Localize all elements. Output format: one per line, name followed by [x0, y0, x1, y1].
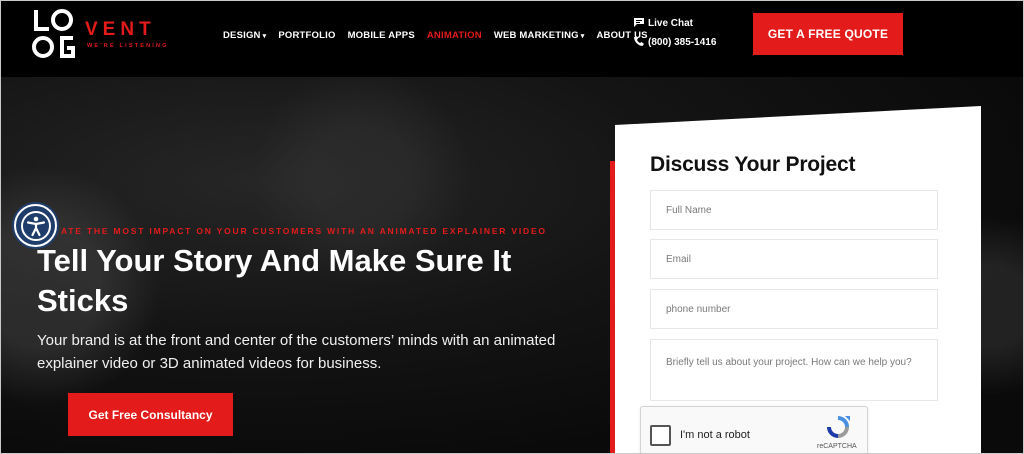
recaptcha-logo-icon: [827, 416, 850, 438]
recaptcha-label: I'm not a robot: [680, 429, 750, 441]
phone-icon: [634, 36, 648, 48]
page: VENT WE'RE LISTENING DESIGN ▾ PORTFOLIO M…: [0, 0, 1024, 454]
recaptcha-brand: reCAPTCHA: [817, 443, 857, 450]
nav-label: WEB MARKETING: [493, 30, 579, 41]
main-nav: DESIGN ▾ PORTFOLIO MOBILE APPS ANIMATION …: [223, 30, 660, 41]
hero-subtext: Your brand is at the front and center of…: [37, 332, 556, 372]
site-header: VENT WE'RE LISTENING DESIGN ▾ PORTFOLIO M…: [1, 1, 1023, 77]
accessibility-icon: [20, 210, 51, 241]
phone-number: (800) 385-1416: [648, 36, 717, 48]
logo-tagline: WE'RE LISTENING: [87, 43, 169, 49]
chat-icon: [634, 17, 648, 29]
nav-item-portfolio[interactable]: PORTFOLIO: [278, 30, 335, 41]
recaptcha-widget: I'm not a robot reCAPTCHA: [640, 406, 868, 453]
nav-item-web-marketing[interactable]: WEB MARKETING ▾: [494, 30, 585, 41]
phone-input[interactable]: [650, 289, 938, 329]
get-free-quote-button[interactable]: GET A FREE QUOTE: [753, 13, 903, 55]
logo[interactable]: VENT WE'RE LISTENING: [31, 7, 191, 63]
full-name-input[interactable]: [650, 190, 938, 230]
nav-item-design[interactable]: DESIGN ▾: [223, 30, 266, 41]
logo-wordmark: VENT: [85, 19, 156, 40]
email-input[interactable]: [650, 239, 938, 279]
nav-item-animation[interactable]: ANIMATION: [427, 30, 482, 41]
hero-kicker: ATE THE MOST IMPACT ON YOUR CUSTOMERS WI…: [61, 226, 547, 236]
nav-item-mobile-apps[interactable]: MOBILE APPS: [348, 30, 415, 41]
chevron-down-icon: ▾: [580, 33, 585, 40]
contact-info: Live Chat (800) 385-1416: [634, 14, 716, 52]
project-form: Discuss Your Project I'm not a robot reC…: [615, 106, 981, 453]
form-title: Discuss Your Project: [650, 153, 856, 176]
accessibility-button[interactable]: [14, 204, 57, 247]
logo-mark-icon: [32, 9, 75, 58]
phone-link[interactable]: (800) 385-1416: [634, 33, 716, 51]
message-textarea[interactable]: [650, 339, 938, 401]
hero-headline: Tell Your Story And Make Sure It Sticks: [37, 243, 512, 318]
nav-label: MOBILE APPS: [347, 30, 415, 41]
live-chat-label: Live Chat: [648, 17, 694, 29]
form-accent-bar: [610, 161, 615, 453]
nav-label: PORTFOLIO: [278, 30, 336, 41]
nav-label: DESIGN: [223, 30, 261, 41]
recaptcha-checkbox[interactable]: [650, 425, 671, 446]
get-free-consultancy-button[interactable]: Get Free Consultancy: [68, 393, 233, 436]
nav-label: ANIMATION: [426, 30, 482, 41]
live-chat-link[interactable]: Live Chat: [634, 14, 716, 32]
chevron-down-icon: ▾: [262, 33, 267, 40]
